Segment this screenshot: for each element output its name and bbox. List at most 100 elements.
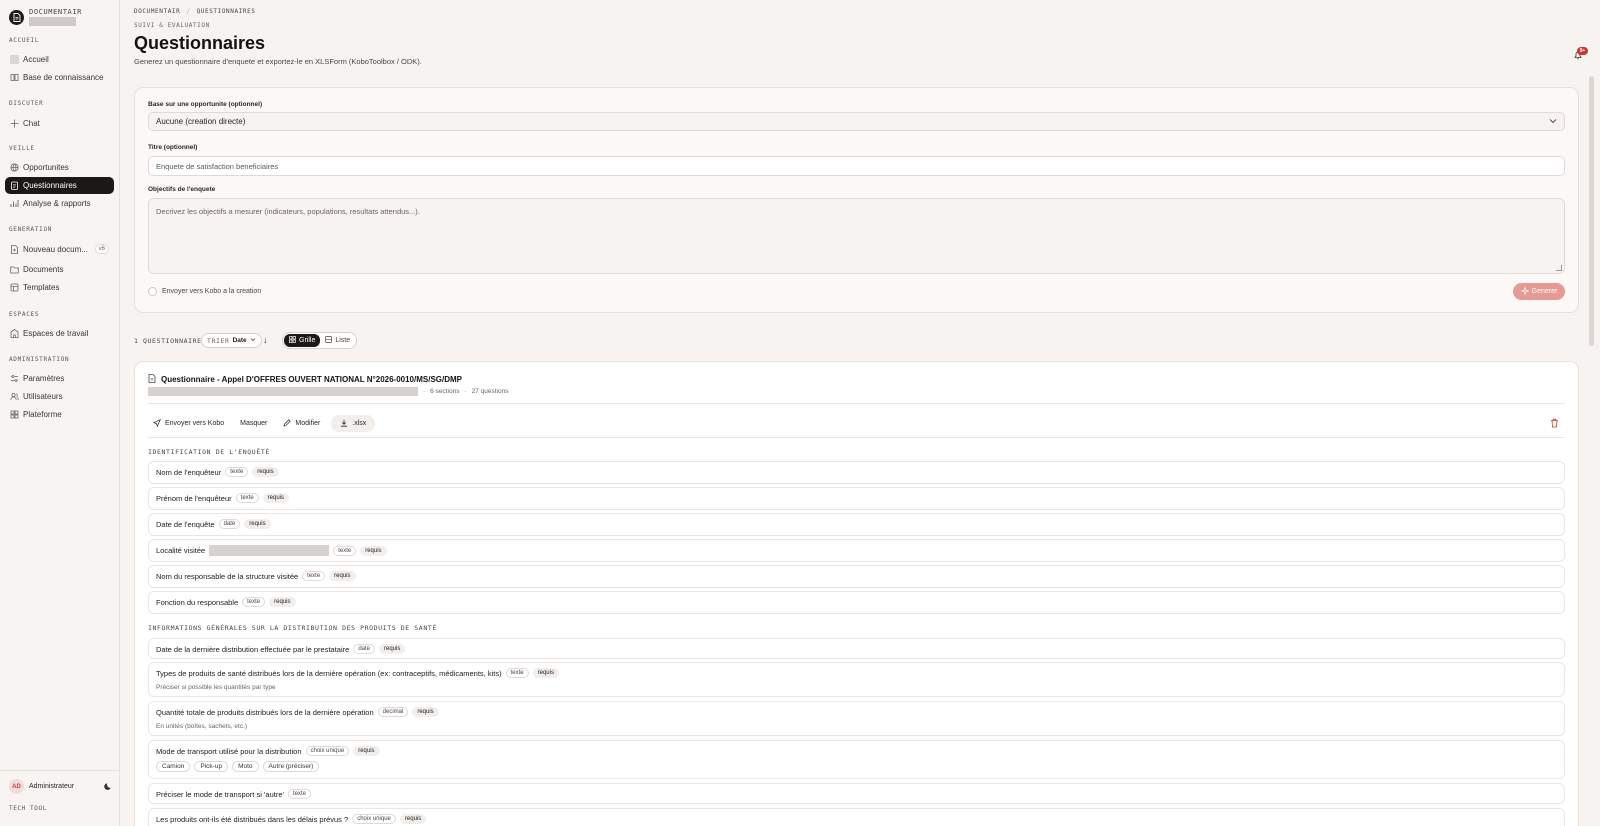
sidebar-item-label: Espaces de travail (23, 329, 89, 338)
send-kobo-button[interactable]: Envoyer vers Kobo (148, 415, 229, 432)
page-title: Questionnaires (134, 33, 266, 53)
question-row[interactable]: Date de la dernière distribution effectu… (148, 638, 1565, 659)
sidebar-item-nouveau-document[interactable]: Nouveau docum... v6 (5, 241, 114, 258)
sparkle-icon (1519, 285, 1530, 297)
export-xlsx-button[interactable]: .xlsx (331, 415, 376, 432)
kobo-checkbox[interactable] (148, 287, 157, 296)
view-grid-button[interactable]: Grille (284, 334, 321, 347)
sidebar-item-espaces-travail[interactable]: Espaces de travail (5, 325, 114, 342)
question-type-tag: texte (333, 545, 357, 556)
question-row[interactable]: Préciser le mode de transport si 'autre'… (148, 783, 1565, 804)
question-type-tag: date (218, 519, 241, 529)
question-label: Nom de l'enquêteur (156, 467, 222, 477)
sidebar-item-chat[interactable]: Chat (5, 115, 114, 132)
sidebar-item-accueil[interactable]: Accueil (5, 51, 114, 68)
question-row[interactable]: Mode de transport utilisé pour la distri… (148, 740, 1565, 779)
sidebar-item-label: Chat (23, 119, 40, 128)
sidebar-item-label: Paramètres (23, 374, 65, 383)
sidebar-footer: AD Administrateur TECH TOOL (0, 770, 120, 826)
sidebar-item-utilisateurs[interactable]: Utilisateurs (5, 388, 114, 405)
question-label: Types de produits de santé distribués lo… (156, 668, 502, 678)
question-label: Date de l'enquête (156, 519, 215, 529)
edit-label: Modifier (295, 420, 321, 427)
nav-section-accueil: ACCUEIL (9, 37, 40, 44)
hide-button[interactable]: Masquer (235, 415, 272, 432)
redacted-text (209, 545, 330, 556)
view-list-button[interactable]: Liste (320, 334, 355, 347)
sidebar-item-plateforme[interactable]: Plateforme (5, 406, 114, 423)
breadcrumb-current: QUESTIONNAIRES (196, 8, 256, 15)
question-row[interactable]: Fonction du responsable texte requis (148, 591, 1565, 614)
nav-section-discuter: DISCUTER (9, 100, 44, 107)
question-type-tag: choix unique (352, 814, 396, 824)
kobo-checkbox-row[interactable]: Envoyer vers Kobo a la creation (148, 287, 261, 296)
generate-button-label: Generer (1531, 288, 1558, 295)
sidebar-item-parametres[interactable]: Paramètres (5, 370, 114, 387)
chevron-down-icon (250, 337, 256, 344)
question-row[interactable]: Date de l'enquête date requis (148, 513, 1565, 536)
section-title: INFORMATIONS GÉNÉRALES SUR LA DISTRIBUTI… (148, 624, 437, 632)
sort-direction-arrow-icon[interactable]: ↓ (263, 335, 268, 345)
moon-icon[interactable] (104, 782, 113, 791)
question-type-tag: texte (302, 571, 326, 581)
question-row[interactable]: Types de produits de santé distribués lo… (148, 662, 1565, 697)
users-icon (9, 392, 19, 402)
question-row[interactable]: Quantité totale de produits distribués l… (148, 701, 1565, 736)
sidebar-item-questionnaires[interactable]: Questionnaires (5, 177, 114, 194)
user-name: Administrateur (29, 783, 75, 790)
sidebar-item-label: Utilisateurs (23, 392, 63, 401)
edit-button[interactable]: Modifier (278, 415, 325, 432)
question-type-tag: choix unique (305, 746, 350, 756)
question-type-tag: decimal (377, 707, 409, 717)
page-scrollbar[interactable] (1589, 76, 1594, 346)
sort-value: Date (232, 337, 247, 344)
nav-section-veille: VEILLE (9, 145, 35, 152)
questionnaire-form: Base sur une opportunite (optionnel) Auc… (134, 87, 1579, 313)
sidebar-item-base-connaissance[interactable]: Base de connaissance (5, 69, 114, 86)
user-menu[interactable]: AD Administrateur (9, 779, 113, 794)
question-row[interactable]: Prénom de l'enquêteur texte requis (148, 487, 1565, 510)
questionnaire-title[interactable]: Questionnaire - Appel D'OFFRES OUVERT NA… (161, 375, 462, 384)
sidebar-item-label: Documents (23, 265, 64, 274)
hide-label: Masquer (240, 420, 268, 427)
breadcrumb: DOCUMENTAIR / QUESTIONNAIRES (134, 8, 256, 15)
breadcrumb-root[interactable]: DOCUMENTAIR (134, 8, 180, 15)
generate-button[interactable]: Generer (1513, 283, 1565, 300)
page-subtitle: Generez un questionnaire d'enquete et ex… (134, 57, 422, 66)
resize-handle-icon[interactable] (1556, 265, 1562, 271)
question-hint: En unités (boîtes, sachets, etc.) (156, 723, 248, 730)
nav-section-generation: GENERATION (9, 226, 53, 233)
brand[interactable]: DOCUMENTAIR (9, 8, 82, 26)
question-label: Localité visitée (156, 546, 206, 555)
question-type-tag: texte (225, 467, 249, 477)
sort-select[interactable]: TRIER Date (201, 333, 262, 348)
building-icon (9, 329, 19, 339)
required-tag: requis (412, 707, 439, 717)
sidebar-item-label: Accueil (23, 55, 49, 64)
opportunity-select[interactable]: Aucune (creation directe) (148, 112, 1565, 131)
view-grid-label: Grille (299, 337, 316, 344)
objectives-textarea[interactable]: Decrivez les objectifs a mesurer (indica… (148, 198, 1565, 274)
required-tag: requis (269, 597, 296, 607)
sidebar-item-templates[interactable]: Templates (5, 279, 114, 296)
title-input-placeholder: Enquete de satisfaction beneficiaires (156, 161, 279, 171)
grid-icon (9, 410, 19, 420)
question-row[interactable]: Nom de l'enquêteur texte requis (148, 461, 1565, 484)
questionnaire-actions: Envoyer vers Kobo Masquer Modifier .xlsx (148, 415, 376, 432)
question-row[interactable]: Les produits ont-ils été distribués dans… (148, 808, 1565, 826)
question-label: Quantité totale de produits distribués l… (156, 707, 374, 717)
list-icon (325, 336, 333, 345)
trash-icon[interactable] (1550, 418, 1560, 428)
opportunity-select-value: Aucune (creation directe) (156, 117, 246, 126)
sidebar-item-analyse-rapports[interactable]: Analyse & rapports (5, 195, 114, 212)
question-row[interactable]: Localité visitée texte requis (148, 539, 1565, 562)
divider (148, 437, 1565, 438)
title-input[interactable]: Enquete de satisfaction beneficiaires (148, 156, 1565, 176)
sidebar-item-opportunites[interactable]: Opportunites (5, 159, 114, 176)
opportunity-label: Base sur une opportunite (optionnel) (148, 101, 263, 108)
sidebar-item-documents[interactable]: Documents (5, 261, 114, 278)
nav-section-administration: ADMINISTRATION (9, 356, 70, 363)
option-chip: Pick-up (194, 761, 229, 772)
question-type-tag: date (353, 644, 375, 654)
question-row[interactable]: Nom du responsable de la structure visit… (148, 565, 1565, 588)
